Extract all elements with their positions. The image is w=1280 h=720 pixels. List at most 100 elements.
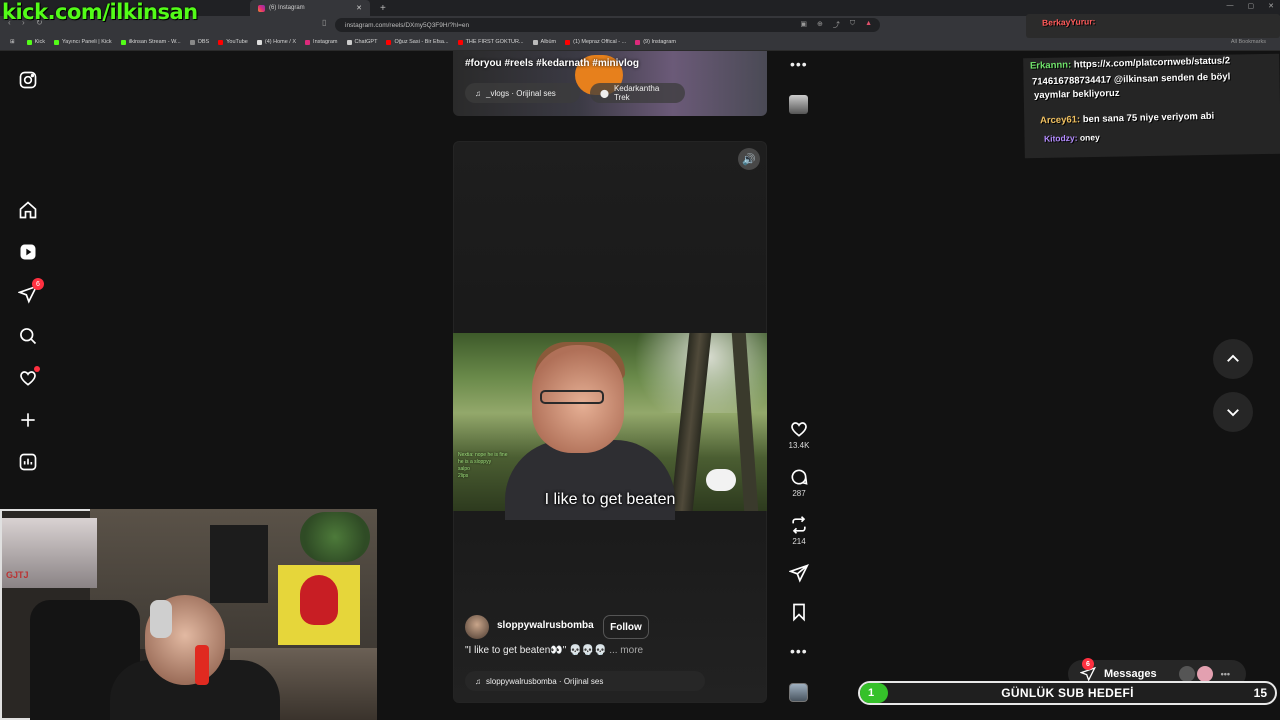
bookmark-label: Yayıncı Paneli | Kick [62,39,112,45]
zoom-icon[interactable]: ⊕ [817,20,823,30]
chat-text: yaymlar bekliyoruz [1033,87,1120,102]
follow-button[interactable]: Follow [603,615,649,639]
save-button[interactable] [787,602,811,622]
comment-button[interactable]: 287 [787,467,811,498]
instagram-logo-icon[interactable] [16,68,40,92]
webcam-dark-poster [210,525,268,603]
share-button[interactable] [787,563,811,583]
shield-icon[interactable]: ⛉ [850,20,855,30]
dashboard-icon[interactable] [16,450,40,474]
more-link[interactable]: ... more [609,645,643,656]
create-plus-icon[interactable] [16,408,40,432]
video-chat-line: he is a sloppyy [458,459,492,465]
maximize-icon[interactable]: ▢ [1248,2,1255,10]
mute-toggle-icon[interactable]: 🔊 [738,148,760,170]
notification-dot [34,366,40,372]
location-pin-icon: ⬤ [600,88,609,98]
bookmark-item[interactable]: Oğuz Sasi - Bir Efsa... [386,39,449,45]
previous-reel-audio-thumbnail[interactable] [789,95,808,114]
heart-icon [791,422,807,437]
avatar[interactable] [465,615,489,639]
bookmark-favicon-icon [218,39,224,45]
url-text: instagram.com/reels/DXmy5Q3F9H/?hl=en [345,21,470,29]
bookmark-favicon-icon [26,39,32,45]
bookmark-label: (9) Instagram [643,39,676,45]
messages-badge: 6 [1082,658,1094,670]
bookmark-item[interactable]: YouTube [218,39,248,45]
bookmark-item[interactable]: Kick [26,39,45,45]
chat-text: oney [1079,132,1100,143]
bookmark-item[interactable]: ilkinsan Stream - W... [120,39,181,45]
tab-title: (6) Instagram [269,5,305,11]
bookmark-favicon-icon [189,39,195,45]
messages-avatars [1178,666,1213,682]
next-reel-button[interactable] [1213,392,1253,432]
home-icon[interactable] [16,198,40,222]
new-tab-button[interactable]: + [372,0,394,16]
close-window-icon[interactable]: ✕ [1268,2,1274,10]
tab-instagram[interactable]: (6) Instagram ✕ [250,0,370,16]
previous-reel-audio-label: _vlogs · Orijinal ses [486,88,556,98]
bookmark-favicon-icon [457,39,463,45]
repost-icon [792,516,806,534]
previous-reel-location[interactable]: ⬤ Kedarkantha Trek [590,83,685,103]
reels-icon[interactable] [16,240,40,264]
bookmark-item[interactable]: (4) Home / X [256,39,297,45]
avatar [1196,666,1213,682]
more-options-icon[interactable]: ••• [790,643,808,659]
bookmark-label: (4) Home / X [264,39,297,45]
reel-caption-text: "I like to get beaten👀" 💀💀💀 [465,645,607,656]
alert-icon[interactable]: ▲ [865,20,872,30]
more-icon[interactable]: ••• [1221,669,1230,679]
screenshot-icon[interactable]: ▣ [800,20,807,30]
webcam-plant [300,512,370,562]
sub-goal-target: 15 [1253,686,1267,700]
bookmark-item[interactable]: THE FIRST GOKTUR... [457,39,524,45]
music-note-icon: ♫ [475,676,481,686]
video-subtitle: I like to get beaten [544,491,676,508]
bookmark-item[interactable]: (1) Mepraz Offical - ... [565,39,626,45]
bookmark-item[interactable]: Albüm [532,39,557,45]
bookmark-item[interactable]: (9) Instagram [635,39,676,45]
apps-icon[interactable]: ⊞ [10,39,15,45]
notifications-heart-icon[interactable] [16,366,40,390]
share-icon[interactable]: ⤴ [833,20,840,30]
bookmark-item[interactable]: ChatGPT [346,39,378,45]
like-button[interactable]: 13.4K [787,419,811,450]
sub-goal-bar: 1 GÜNLÜK SUB HEDEFİ 15 [858,681,1277,705]
chevron-up-icon [1227,354,1239,362]
minimize-icon[interactable]: — [1227,2,1234,10]
repost-button[interactable]: 214 [787,515,811,546]
previous-reel-button[interactable] [1213,339,1253,379]
bookmark-label: THE FIRST GOKTUR... [465,39,524,45]
like-count: 13.4K [788,441,810,450]
bookmark-favicon-icon [305,39,311,45]
previous-reel-audio[interactable]: ♫ _vlogs · Orijinal ses [465,83,580,103]
bookmark-item[interactable]: Yayıncı Paneli | Kick [54,39,112,45]
bookmark-item[interactable]: OBS [189,39,209,45]
chevron-down-icon [1227,409,1239,417]
previous-reel-hashtags: #foryou #reels #kedarnath #minivlog [465,58,639,69]
chat-top-user: BerkayYurur: [1041,16,1096,28]
bookmark-label: Albüm [540,39,557,45]
direct-messages-icon[interactable]: 6 [16,278,44,306]
bookmark-favicon-icon [635,39,641,45]
reel-audio[interactable]: ♫ sloppywalrusbomba · Orijinal ses [465,671,705,691]
bookmark-page-icon[interactable]: ▯ [322,18,326,27]
url-input[interactable]: instagram.com/reels/DXmy5Q3F9H/?hl=en ▣ … [335,18,880,32]
search-icon[interactable] [16,324,40,348]
window-controls: — ▢ ✕ [1227,2,1275,10]
previous-reel-more-icon[interactable]: ••• [790,56,808,72]
close-tab-icon[interactable]: ✕ [356,4,362,12]
bookmark-favicon-icon [54,39,59,45]
instagram-favicon-icon [258,4,265,12]
bookmark-item[interactable]: Instagram [305,39,338,45]
all-bookmarks[interactable]: All Bookmarks [1231,39,1266,45]
chat-line: Kitodzy: oney [1044,132,1100,143]
webcam-poster-text: GJTJ [6,570,29,580]
comment-icon [791,469,808,485]
audio-thumbnail[interactable] [789,683,808,702]
reel-owner-name[interactable]: sloppywalrusbomba [497,620,594,631]
bookmark-favicon-icon [120,39,126,45]
bookmark-label: ChatGPT [354,39,378,45]
